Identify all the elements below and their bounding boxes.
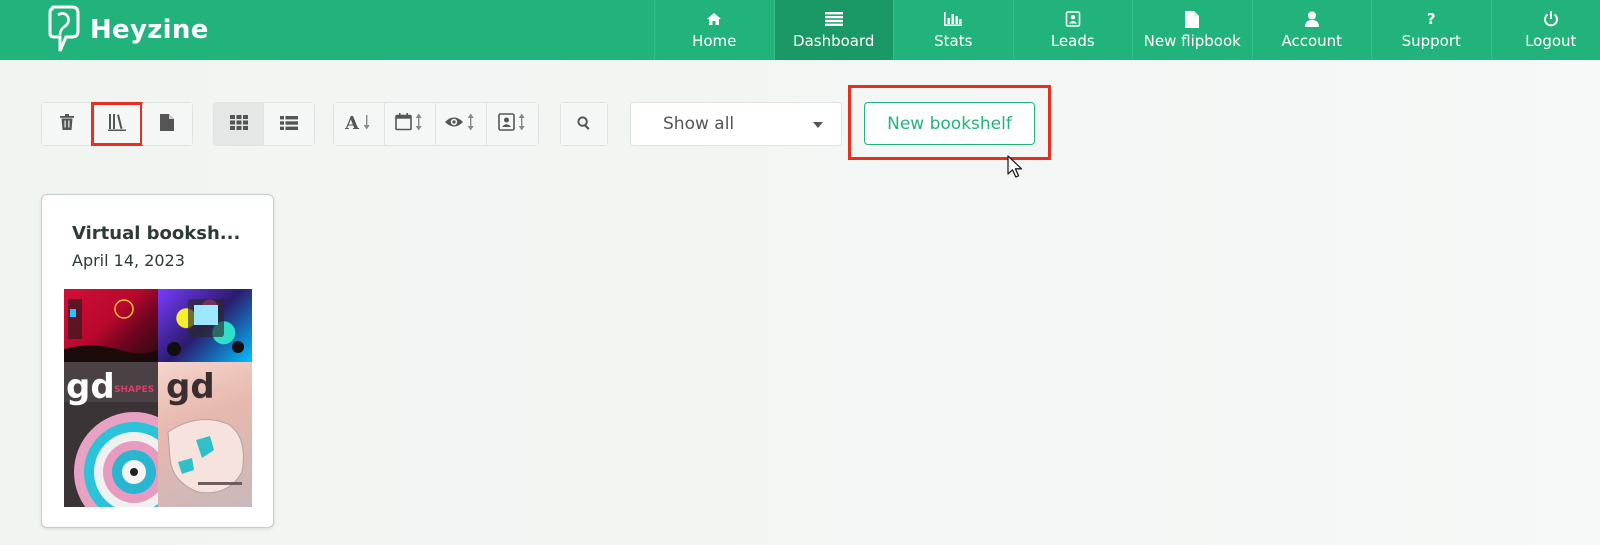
logo[interactable]: Heyzine [46,5,209,55]
sort-group: A [333,102,539,146]
user-icon [1304,10,1319,28]
bookshelf-card[interactable]: Virtual booksh... April 14, 2023 gd SHAP… [41,194,274,528]
sort-views-icon [445,113,477,135]
sort-date-icon [395,113,425,135]
brand-name: Heyzine [90,15,209,45]
filter-select-value: Show all [663,114,735,134]
nav-support-label: Support [1401,32,1461,50]
top-navigation-bar: Heyzine Home Dashboard Stats Leads New f… [0,0,1600,60]
svg-text:A: A [345,113,360,131]
grid-icon [229,114,248,134]
trash-button[interactable] [42,103,92,145]
flipbook-cover-thumbnail [64,289,158,362]
nav-account-label: Account [1281,32,1343,50]
nav-leads-label: Leads [1050,32,1095,50]
card-date: April 14, 2023 [72,251,185,270]
list-view-button[interactable] [264,103,314,145]
bookshelf-button[interactable] [91,102,143,146]
sort-by-leads-button[interactable] [487,103,538,145]
card-title: Virtual booksh... [72,223,241,244]
nav-home[interactable]: Home [654,0,774,60]
sort-by-views-button[interactable] [436,103,487,145]
bar-chart-icon [944,10,963,28]
layout-group [213,102,315,146]
home-icon [706,10,722,28]
contact-card-icon [1065,10,1081,28]
nav-leads[interactable]: Leads [1012,0,1133,60]
nav-new-flipbook-label: New flipbook [1143,32,1241,50]
list-icon [280,115,298,134]
search-button[interactable] [561,103,607,145]
nav-support[interactable]: ? Support [1371,0,1491,60]
search-group [560,102,608,146]
document-icon [1185,10,1200,28]
flipbook-view-button[interactable] [142,103,192,145]
list-icon [824,10,843,28]
nav-account[interactable]: Account [1251,0,1372,60]
svg-text:gd: gd [166,367,215,407]
svg-text:gd: gd [66,367,115,407]
filter-select[interactable]: Show all [630,102,842,146]
svg-text:SHAPES: SHAPES [114,385,154,395]
nav-new-flipbook[interactable]: New flipbook [1132,0,1252,60]
sort-by-date-button[interactable] [385,103,436,145]
search-icon [577,115,591,134]
nav-dashboard-label: Dashboard [793,32,875,50]
flipbook-cover-thumbnail [158,289,252,362]
sort-by-name-button[interactable]: A [334,103,385,145]
nav-stats[interactable]: Stats [893,0,1013,60]
grid-view-button[interactable] [214,103,264,145]
sort-leads-icon [497,113,528,135]
flipbook-cover-thumbnail: gd [158,362,252,507]
chevron-down-icon [813,122,823,128]
main-nav: Home Dashboard Stats Leads New flipbook [654,0,1600,60]
mouse-cursor-icon [1007,155,1023,178]
view-mode-group [41,102,193,146]
nav-stats-label: Stats [934,32,973,50]
trash-icon [59,114,74,134]
flipbook-cover-thumbnail: gd SHAPES [64,362,158,507]
nav-logout-label: Logout [1525,32,1577,50]
nav-dashboard[interactable]: Dashboard [773,0,893,60]
question-icon: ? [1426,10,1436,28]
document-icon [160,113,174,135]
sort-alpha-icon: A [344,113,373,135]
nav-logout[interactable]: Logout [1490,0,1600,60]
card-thumbnail-grid: gd SHAPES gd [64,289,252,507]
bookshelf-icon [107,113,126,135]
heyzine-logo-icon [48,5,80,52]
new-bookshelf-button[interactable]: New bookshelf [864,102,1035,145]
nav-home-label: Home [692,32,737,50]
power-icon [1543,10,1559,28]
